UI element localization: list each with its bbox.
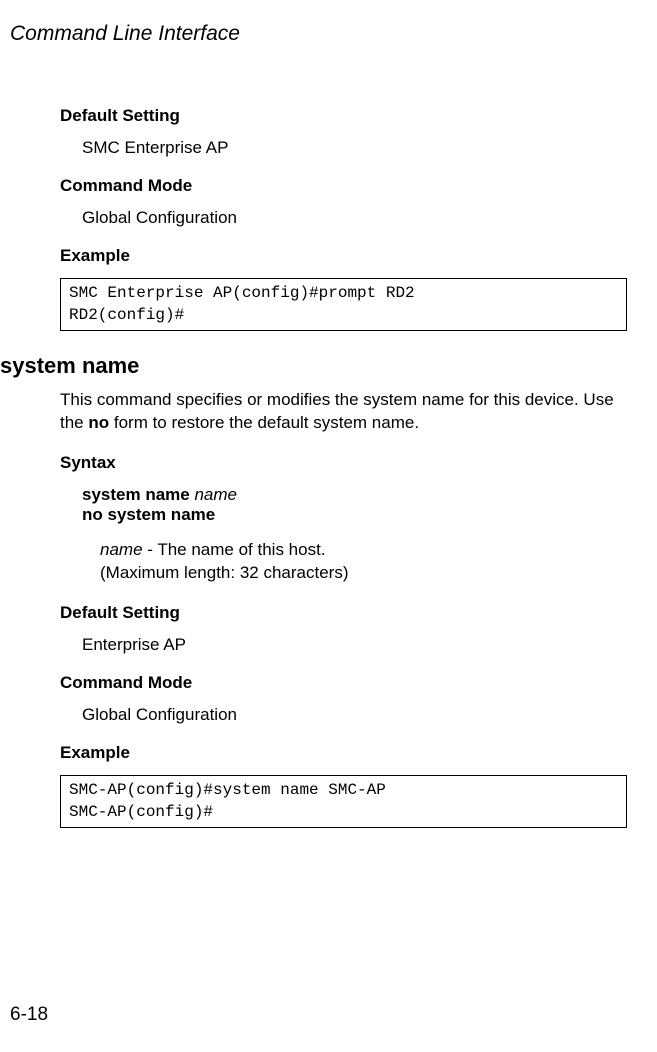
example-heading-2: Example (60, 743, 627, 763)
param-description: name - The name of this host. (Maximum l… (60, 539, 627, 585)
code-example-1: SMC Enterprise AP(config)#prompt RD2 RD2… (60, 278, 627, 331)
command-mode-heading-2: Command Mode (60, 673, 627, 693)
syntax-heading: Syntax (60, 453, 627, 473)
param-name: name (100, 540, 143, 559)
default-setting-heading-2: Default Setting (60, 603, 627, 623)
default-setting-value-1: SMC Enterprise AP (60, 138, 627, 158)
code-line: RD2(config)# (69, 306, 184, 324)
code-line: SMC-AP(config)# (69, 803, 213, 821)
syntax-block: system name name no system name (60, 485, 627, 525)
example-heading-1: Example (60, 246, 627, 266)
syntax-cmd: system name (82, 485, 194, 504)
syntax-line-2: no system name (82, 505, 627, 525)
desc-bold: no (88, 413, 109, 432)
command-description: This command specifies or modifies the s… (60, 389, 627, 435)
desc-text: form to restore the default system name. (109, 413, 419, 432)
command-mode-value-1: Global Configuration (60, 208, 627, 228)
default-setting-value-2: Enterprise AP (60, 635, 627, 655)
syntax-param: name (194, 485, 237, 504)
command-title: system name (0, 353, 627, 379)
content-area: Default Setting SMC Enterprise AP Comman… (0, 46, 657, 828)
page-number: 6-18 (10, 1004, 48, 1026)
param-text-2: (Maximum length: 32 characters) (100, 563, 348, 582)
syntax-line-1: system name name (82, 485, 627, 505)
code-example-2: SMC-AP(config)#system name SMC-AP SMC-AP… (60, 775, 627, 828)
command-mode-value-2: Global Configuration (60, 705, 627, 725)
default-setting-heading-1: Default Setting (60, 106, 627, 126)
page-header: Command Line Interface (0, 0, 657, 46)
code-line: SMC Enterprise AP(config)#prompt RD2 (69, 284, 415, 302)
param-text: - The name of this host. (143, 540, 326, 559)
code-line: SMC-AP(config)#system name SMC-AP (69, 781, 386, 799)
command-mode-heading-1: Command Mode (60, 176, 627, 196)
